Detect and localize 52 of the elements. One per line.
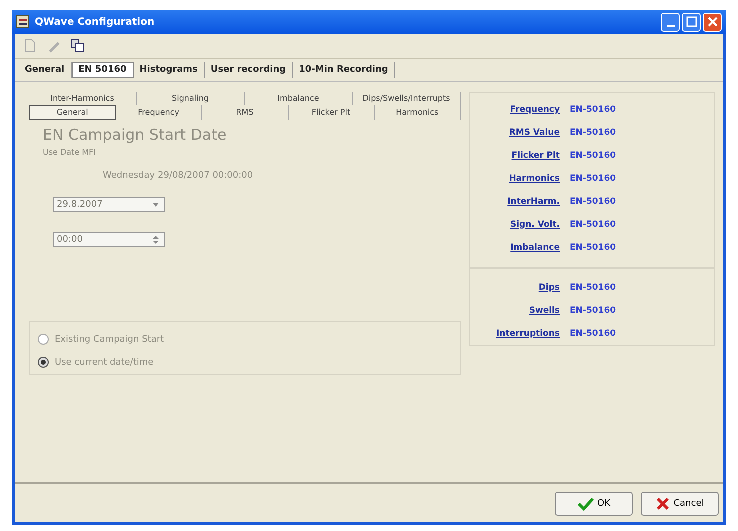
tab[interactable]: Dips/Swells/Interrupts (353, 92, 461, 105)
link[interactable]: Dips (470, 283, 560, 293)
tab[interactable]: Frequency (116, 105, 202, 120)
link[interactable]: Frequency (470, 105, 560, 115)
tab[interactable]: General (29, 105, 116, 120)
app-icon (16, 15, 30, 29)
spinner-icon (151, 234, 161, 246)
standard-label: EN-50160 (570, 243, 616, 253)
standard-label: EN-50160 (570, 174, 616, 184)
section-heading: EN Campaign Start Date (43, 126, 227, 144)
standard-label: EN-50160 (570, 128, 616, 138)
standard-label: EN-50160 (570, 220, 616, 230)
tab[interactable]: EN 50160 (72, 62, 134, 78)
tab[interactable]: Signaling (137, 92, 245, 105)
subheading: Use Date MFI (43, 148, 96, 157)
standard-label: EN-50160 (570, 283, 616, 293)
tab[interactable]: Imbalance (245, 92, 353, 105)
cancel-button[interactable]: Cancel (641, 492, 719, 516)
standard-label: EN-50160 (570, 306, 616, 316)
date-text: Wednesday 29/08/2007 00:00:00 (103, 171, 254, 181)
document-icon (23, 39, 37, 53)
tab[interactable]: RMS (202, 105, 289, 120)
maximize-icon (686, 16, 698, 28)
minimize-icon (666, 24, 674, 26)
tab[interactable]: User recording (204, 62, 294, 78)
link[interactable]: Interruptions (470, 329, 560, 339)
checkmark-icon (578, 497, 594, 511)
standard-label: EN-50160 (570, 151, 616, 161)
link[interactable]: Sign. Volt. (470, 220, 560, 230)
window-title: QWave Configuration (35, 16, 156, 28)
radio-label: Existing Campaign Start (55, 334, 164, 344)
link[interactable]: Swells (470, 306, 560, 316)
link[interactable]: Harmonics (470, 174, 560, 184)
link[interactable]: RMS Value (470, 128, 560, 138)
minimize-button[interactable] (661, 12, 680, 32)
tab[interactable]: 10-Min Recording (293, 62, 396, 78)
link[interactable]: Flicker Plt (470, 151, 560, 161)
standard-label: EN-50160 (570, 329, 616, 339)
standard-label: EN-50160 (570, 105, 616, 115)
maximize-button[interactable] (682, 12, 701, 32)
close-button[interactable] (703, 12, 722, 32)
close-icon (656, 497, 670, 511)
ok-button[interactable]: OK (555, 492, 633, 516)
link[interactable]: InterHarm. (470, 197, 560, 207)
tab[interactable]: Harmonics (374, 105, 462, 120)
link[interactable]: Imbalance (470, 243, 560, 253)
radio-label: Use current date/time (55, 358, 154, 368)
close-icon (706, 16, 718, 28)
tab[interactable]: Histograms (134, 62, 205, 78)
tab[interactable]: Flicker Plt (288, 105, 375, 120)
standard-label: EN-50160 (570, 197, 616, 207)
copy-icon (71, 39, 85, 53)
